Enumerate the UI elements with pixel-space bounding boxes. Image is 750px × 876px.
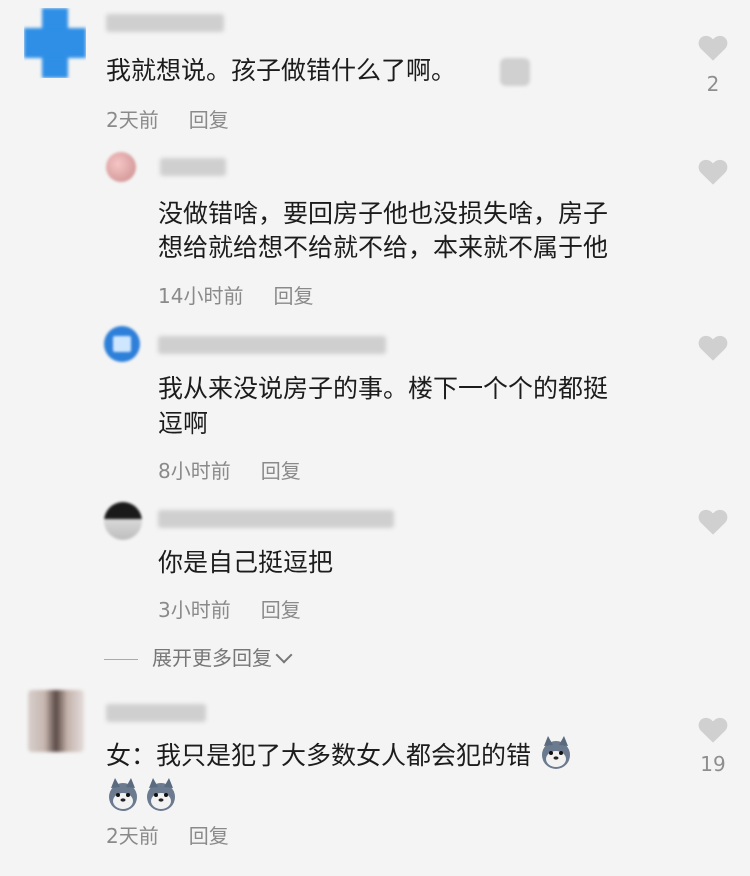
reply-meta: 14小时前 回复 [158,280,313,309]
avatar[interactable] [24,8,86,78]
expand-replies-button[interactable]: 展开更多回复 [104,642,293,671]
heart-outline-icon[interactable] [696,714,730,744]
chevron-down-icon [275,646,293,664]
reply-time: 8小时前 [158,459,231,483]
like-count: 19 [700,752,726,776]
divider-line [104,659,138,660]
expand-replies-label: 展开更多回复 [152,646,272,670]
reply-text-line2: 逗啊 [158,409,209,438]
reply-time: 3小时前 [158,598,231,622]
husky-emoji-icon [539,736,573,770]
reply-text-line1: 我从来没说房子的事。楼下一个个的都挺 [158,374,609,403]
reply-meta: 8小时前 回复 [158,455,301,484]
avatar[interactable] [28,690,84,752]
like-count: 2 [706,72,720,96]
comment-text-content: 女：我只是犯了大多数女人都会犯的错 [106,741,532,770]
username-blurred[interactable] [106,704,206,722]
comment-time: 2天前 [106,824,159,848]
username-blurred[interactable] [106,14,224,32]
heart-outline-icon[interactable] [696,32,730,62]
heart-outline-icon[interactable] [696,506,730,536]
comment-text: 我就想说。孩子做错什么了啊。 [106,56,457,85]
comment-time: 2天前 [106,108,159,132]
reply-meta: 3小时前 回复 [158,594,301,623]
reply-button[interactable]: 回复 [273,284,313,308]
username-blurred[interactable] [158,510,394,528]
avatar[interactable] [104,502,142,540]
reply-button[interactable]: 回复 [261,459,301,483]
sticker-blurred [500,58,530,86]
reply-button[interactable]: 回复 [189,108,229,132]
avatar[interactable] [104,326,140,362]
husky-emoji-icon [106,778,140,812]
reply-text-line1: 没做错啥，要回房子他也没损失啥，房子 [158,199,609,228]
reply-button[interactable]: 回复 [261,598,301,622]
username-blurred[interactable] [158,336,386,354]
heart-outline-icon[interactable] [696,332,730,362]
emoji-row [106,778,178,812]
reply-time: 14小时前 [158,284,244,308]
comment-text: 女：我只是犯了大多数女人都会犯的错 [106,736,573,775]
reply-text-line2: 想给就给想不给就不给，本来就不属于他 [158,233,609,262]
comment-meta: 2天前 回复 [106,820,229,849]
reply-text: 你是自己挺逗把 [158,548,334,577]
heart-outline-icon[interactable] [696,156,730,186]
husky-emoji-icon [144,778,178,812]
avatar[interactable] [106,152,136,182]
reply-button[interactable]: 回复 [189,824,229,848]
comment-meta: 2天前 回复 [106,104,229,133]
username-blurred[interactable] [160,158,226,176]
